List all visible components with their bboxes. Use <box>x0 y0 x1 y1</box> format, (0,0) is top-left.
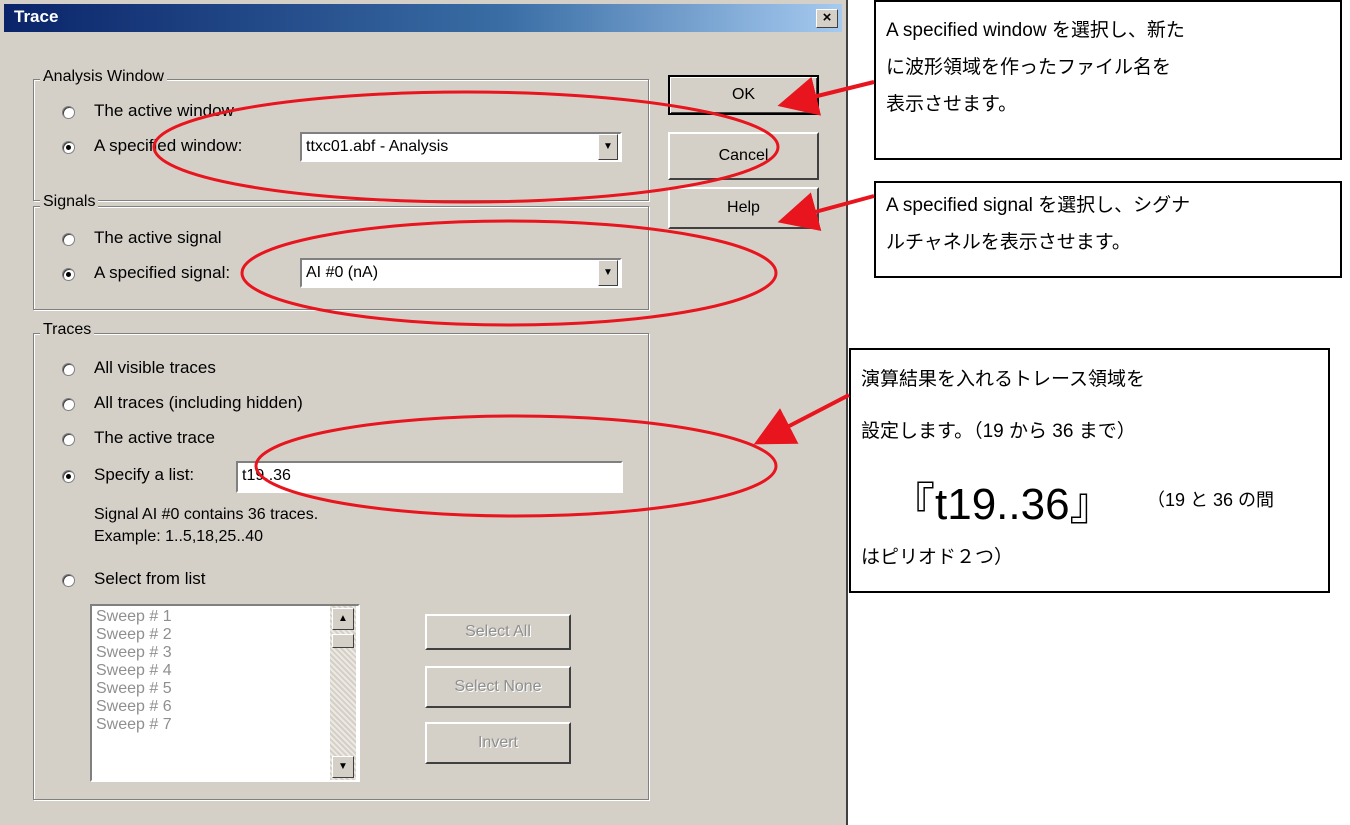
highlight-signal-ellipse <box>240 219 778 327</box>
arrow-to-help <box>777 192 875 232</box>
highlight-trace-ellipse <box>254 414 778 518</box>
annotation-overlay <box>152 76 875 518</box>
arrow-to-ok <box>777 76 875 116</box>
highlight-window-ellipse <box>152 90 780 204</box>
arrow-to-trace-list <box>753 393 850 445</box>
